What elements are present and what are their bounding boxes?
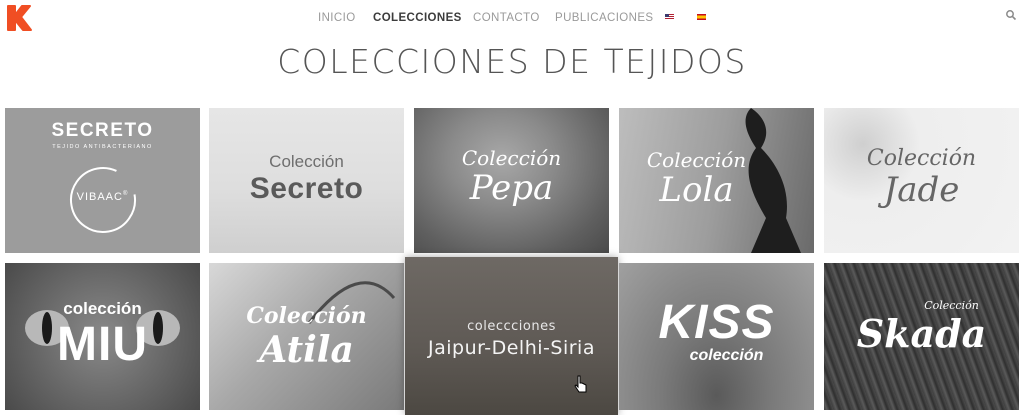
tile-label-line1: coleccciones [467,319,556,334]
collection-tile-secreto-vibaac[interactable]: SECRETO TEJIDO ANTIBACTERIANO VIBAAC® [5,108,200,253]
collection-tile-lola[interactable]: Colección Lola [619,108,814,253]
en-flag-icon[interactable] [665,14,674,20]
tile-label-line2: Atila [259,329,354,371]
collection-tile-skada[interactable]: Colección Skada [824,263,1019,410]
collection-tile-atila[interactable]: Colección Atila [209,263,404,410]
tile-label-line2: colección [689,347,764,364]
tile-label-line1: Colección [269,152,344,171]
tile-label-line1: Colección [866,146,977,171]
vibaac-badge-label: VIBAAC [76,191,123,203]
tile-label-line2: MIU [57,318,148,371]
vibaac-badge-text: VIBAAC® [5,191,200,203]
tile-label-line1: Colección [646,148,747,172]
nav-item-inicio[interactable]: INICIO [318,12,356,24]
tile-label-line1: colección [63,299,142,318]
tile-label-line2: Pepa [469,168,554,208]
collection-tile-jaipur-delhi-siria[interactable]: coleccciones Jaipur-Delhi-Siria [405,257,618,415]
es-flag-icon[interactable] [697,14,706,20]
tile-label-line2: Jade [883,170,960,210]
tile-label-line2: Jaipur-Delhi-Siria [428,337,595,359]
page-title: COLECCIONES DE TEJIDOS [277,42,747,81]
tile-subtitle: TEJIDO ANTIBACTERIANO [52,144,153,150]
tile-label-line1: Colección [246,303,367,329]
tile-label-line1: KISS [658,296,775,349]
nav-item-contacto[interactable]: CONTACTO [473,12,540,24]
main-nav: INICIO COLECCIONES CONTACTO PUBLICACIONE… [0,12,1024,28]
nav-item-publicaciones[interactable]: PUBLICACIONES [555,12,654,24]
collection-tile-pepa[interactable]: Colección Pepa [414,108,609,253]
collection-tile-miu[interactable]: colección MIU [5,263,200,410]
tile-label-line1: Colección [461,146,562,170]
tile-label-line2: Lola [659,170,734,210]
tile-title: SECRETO [51,120,154,141]
tile-label-line2: Skada [856,311,987,356]
nav-item-colecciones[interactable]: COLECCIONES [373,12,462,24]
tile-label-line2: Secreto [249,172,364,205]
collection-tile-secreto[interactable]: Colección Secreto [209,108,404,253]
collection-tile-kiss[interactable]: KISS colección [619,263,814,410]
vibaac-badge-mark: ® [122,191,129,197]
search-icon[interactable] [1005,9,1017,21]
collection-tile-jade[interactable]: Colección Jade [824,108,1019,253]
hand-pointer-cursor-icon [574,375,587,393]
